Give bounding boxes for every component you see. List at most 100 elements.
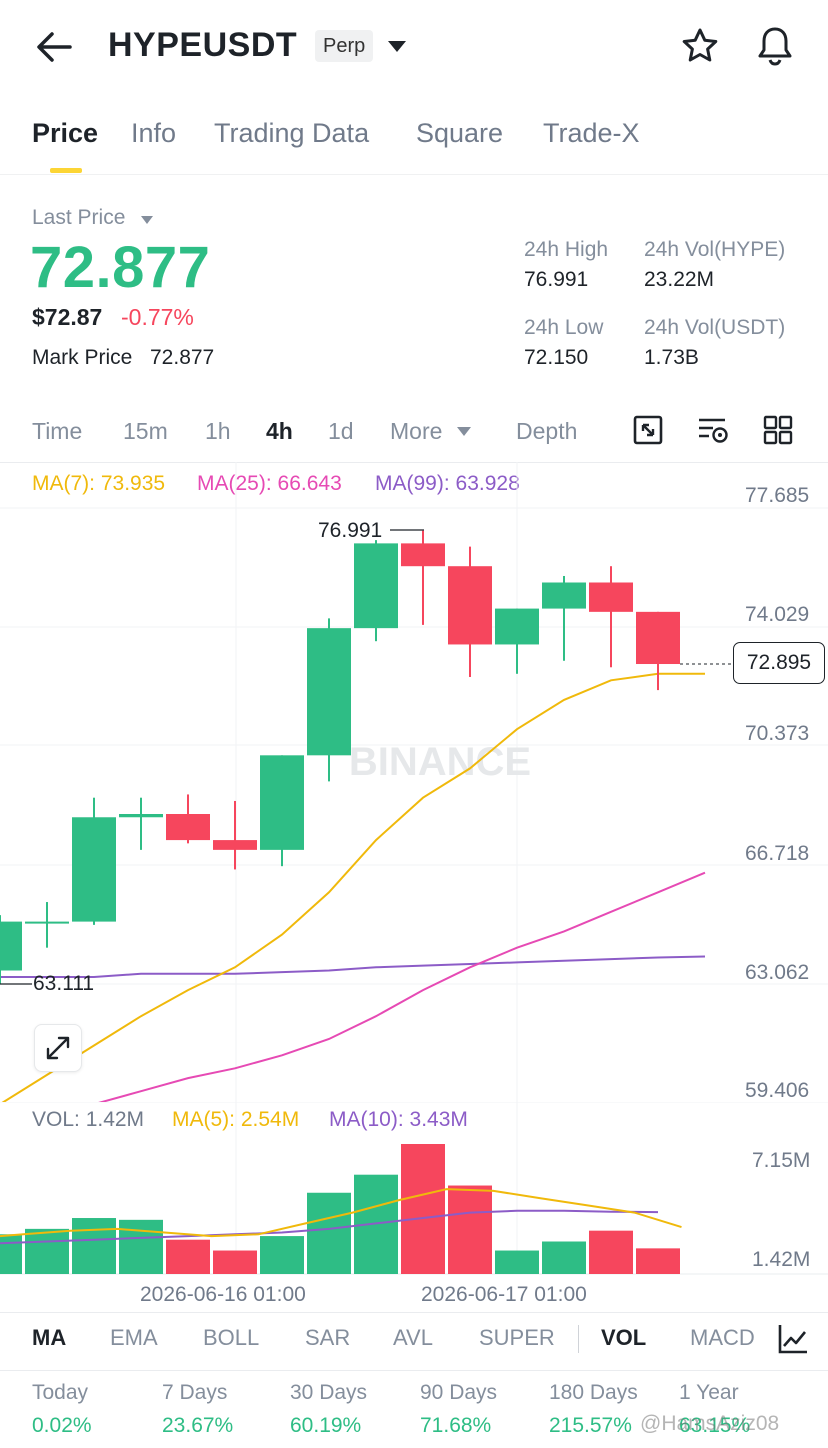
candle-body	[401, 543, 445, 567]
perp-badge: Perp	[315, 30, 374, 62]
symbol-title[interactable]: HYPEUSDT	[108, 26, 297, 65]
indicator-ma[interactable]: MA	[32, 1325, 66, 1351]
perf-label: 7 Days	[162, 1381, 228, 1404]
candle-body	[495, 608, 539, 645]
volume-bar	[542, 1241, 586, 1274]
candle-body	[354, 543, 398, 629]
vol-quote-value: 1.73B	[644, 346, 699, 369]
tab-trading-data[interactable]: Trading Data	[214, 118, 369, 149]
mark-price-value: 72.877	[150, 346, 215, 369]
indicator-settings-icon[interactable]	[776, 1322, 810, 1361]
tf-more[interactable]: More	[390, 418, 442, 445]
candle-body	[260, 755, 304, 850]
active-tab-indicator	[50, 168, 82, 173]
tab-price[interactable]: Price	[32, 118, 98, 149]
perf-label: 30 Days	[290, 1381, 368, 1404]
indicator-sar[interactable]: SAR	[305, 1325, 350, 1351]
tab-trade-x[interactable]: Trade-X	[543, 118, 640, 149]
volume-bar	[448, 1185, 492, 1274]
volume-bar	[0, 1234, 22, 1274]
layout-grid-icon[interactable]	[762, 414, 794, 451]
candle-body	[636, 611, 680, 665]
indicator-vol[interactable]: VOL	[601, 1325, 646, 1351]
expand-chart-button[interactable]	[34, 1024, 82, 1072]
candle-body	[166, 814, 210, 841]
watermark-logo: BINANCE	[349, 740, 531, 784]
high-value: 76.991	[524, 268, 589, 291]
perf-label: 180 Days	[549, 1381, 638, 1404]
volume-bar	[166, 1239, 210, 1274]
perf-label: Today	[32, 1381, 89, 1404]
expand-icon	[46, 1036, 70, 1060]
perf-value: 0.02%	[32, 1414, 92, 1437]
low-label: 24h Low	[524, 316, 604, 339]
vol-base-value: 23.22M	[644, 268, 715, 291]
candlestick-chart[interactable]: BINANCE	[0, 462, 828, 1102]
vol-base-label: 24h Vol(HYPE)	[644, 238, 786, 261]
chart-settings-icon[interactable]	[696, 414, 730, 451]
volume-bar	[213, 1250, 257, 1274]
back-arrow-icon[interactable]	[34, 30, 74, 64]
perf-label: 90 Days	[420, 1381, 498, 1404]
last-price-tag: 72.895	[733, 642, 825, 684]
candle-body	[542, 582, 586, 609]
last-price-value: 72.877	[30, 235, 211, 300]
volume-bar	[636, 1248, 680, 1274]
indicator-boll[interactable]: BOLL	[203, 1325, 259, 1351]
tf-1h[interactable]: 1h	[205, 418, 231, 445]
time-tick: 2026-06-16 01:00	[140, 1283, 306, 1306]
candle-body	[25, 921, 69, 924]
divider	[0, 1312, 828, 1313]
low-marker: 63.111	[33, 972, 95, 995]
candle-body	[589, 582, 633, 612]
candle-body	[0, 921, 22, 971]
high-marker: 76.991	[318, 519, 383, 542]
last-price-tag-value: 72.895	[746, 651, 812, 674]
tab-square[interactable]: Square	[416, 118, 503, 149]
last-price-label[interactable]: Last Price	[32, 206, 125, 230]
volume-bar	[119, 1219, 163, 1274]
indicator-super[interactable]: SUPER	[479, 1325, 555, 1351]
bell-icon[interactable]	[754, 24, 796, 73]
volume-bar	[72, 1218, 116, 1274]
volume-bar	[495, 1250, 539, 1274]
credit-watermark: @HamsAziz08	[640, 1412, 780, 1435]
perf-value: 71.68%	[420, 1414, 492, 1437]
vol-quote-label: 24h Vol(USDT)	[644, 316, 786, 339]
candle-body	[448, 566, 492, 645]
volume-bar	[307, 1192, 351, 1274]
time-tick: 2026-06-17 01:00	[421, 1283, 587, 1306]
volume-bar	[589, 1230, 633, 1274]
chart-fullscreen-icon[interactable]	[632, 414, 664, 451]
tf-4h[interactable]: 4h	[266, 418, 293, 445]
symbol-dropdown-icon[interactable]	[386, 38, 408, 59]
tf-depth[interactable]: Depth	[516, 418, 577, 445]
volume-bar	[401, 1144, 445, 1274]
indicator-macd[interactable]: MACD	[690, 1325, 758, 1351]
low-value: 72.150	[524, 346, 589, 369]
candle-body	[119, 814, 163, 818]
more-dropdown-icon[interactable]	[456, 425, 472, 443]
divider	[0, 1370, 828, 1371]
mark-price-label: Mark Price	[32, 346, 133, 369]
candle-body	[307, 628, 351, 756]
candle-body	[213, 840, 257, 850]
tf-1d[interactable]: 1d	[328, 418, 354, 445]
perf-value: 23.67%	[162, 1414, 234, 1437]
tf-15m[interactable]: 15m	[123, 418, 168, 445]
tab-info[interactable]: Info	[131, 118, 176, 149]
indicator-avl[interactable]: AVL	[393, 1325, 433, 1351]
perf-value: 60.19%	[290, 1414, 362, 1437]
indicator-ema[interactable]: EMA	[110, 1325, 158, 1351]
main-tabs: Price Info Trading Data Square Trade-X	[0, 118, 828, 175]
tf-time[interactable]: Time	[32, 418, 82, 445]
star-icon[interactable]	[680, 26, 720, 71]
volume-bar	[260, 1236, 304, 1274]
perf-value: 215.57%	[549, 1414, 632, 1437]
indicator-separator	[578, 1325, 579, 1353]
ma99-line	[0, 955, 706, 978]
last-price-dropdown-icon[interactable]	[140, 212, 154, 230]
high-label: 24h High	[524, 238, 609, 261]
volume-chart[interactable]	[0, 1102, 828, 1278]
price-change: -0.77%	[121, 304, 194, 330]
